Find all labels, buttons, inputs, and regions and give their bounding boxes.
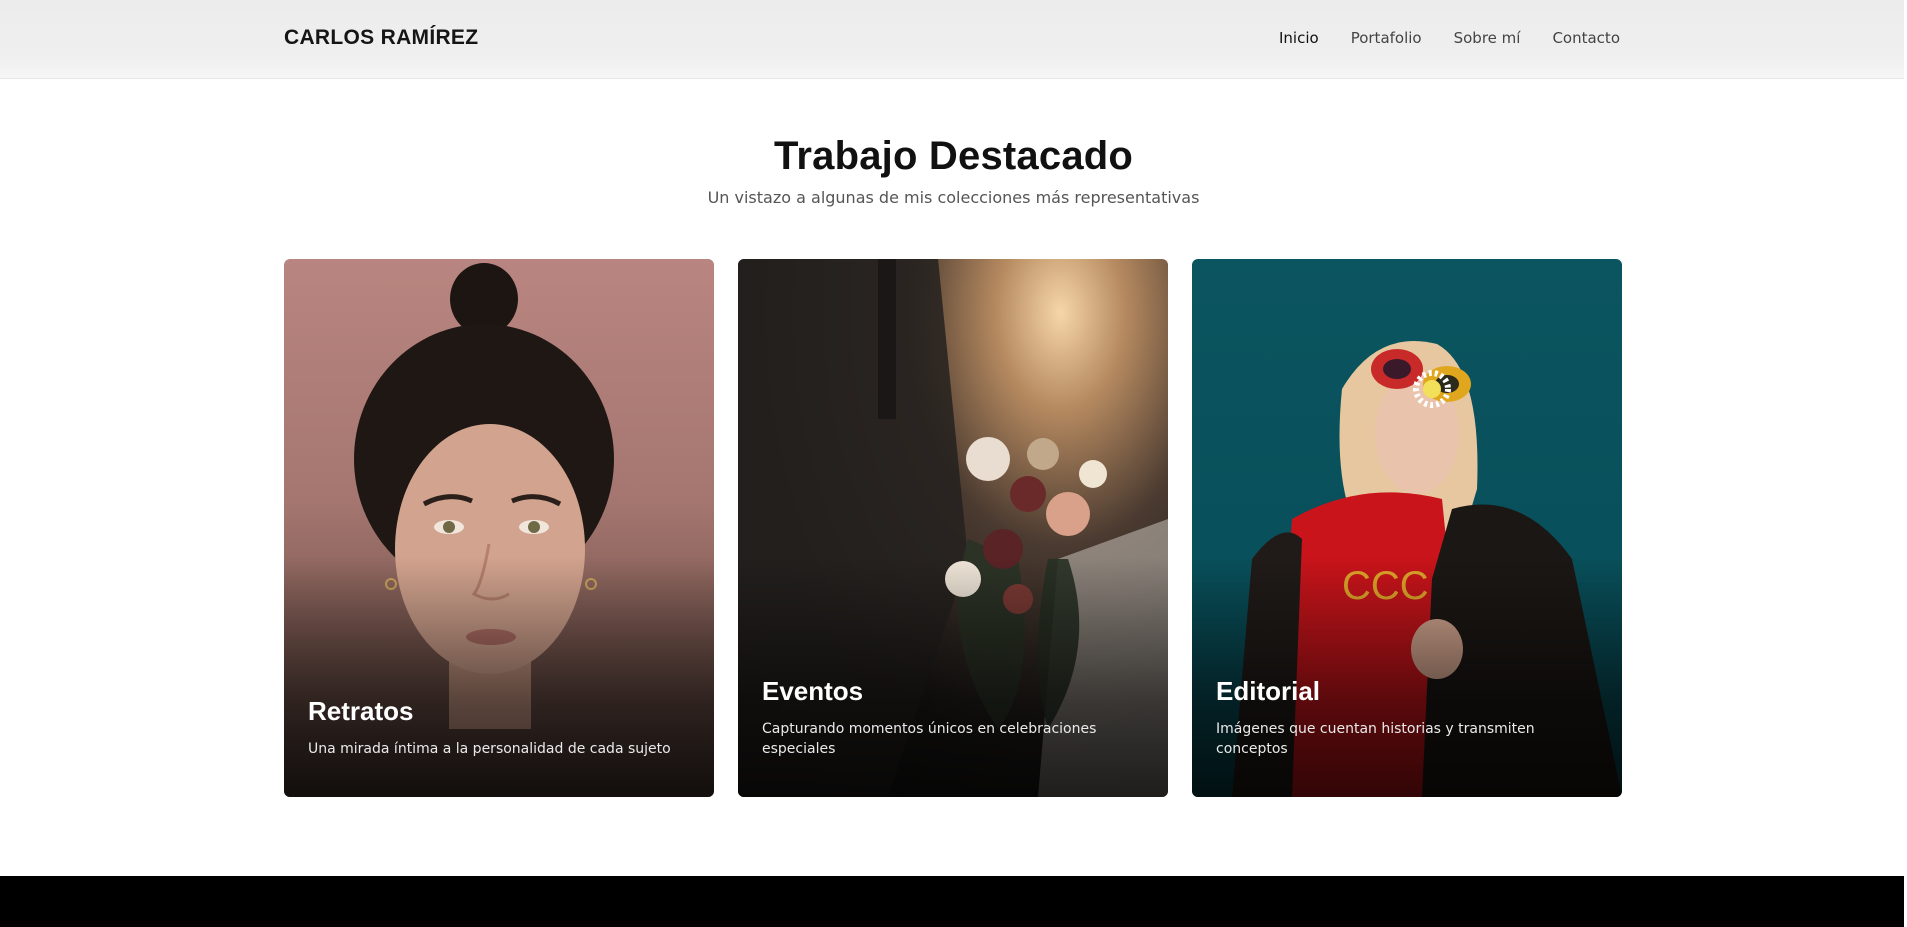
nav-link-inicio[interactable]: Inicio [1279,29,1319,47]
card-editorial[interactable]: CCC Editorial Imágenes que cuentan histo… [1192,259,1622,797]
card-gradient-overlay [284,557,714,797]
card-eventos[interactable]: Eventos Capturando momentos únicos en ce… [738,259,1168,797]
featured-cards: Retratos Una mirada íntima a la personal… [284,259,1622,797]
section-subtitle: Un vistazo a algunas de mis colecciones … [707,188,1200,207]
card-title: Editorial [1216,676,1321,706]
card-caption: Retratos Una mirada íntima a la personal… [308,696,690,759]
section-title: Trabajo Destacado [773,134,1134,178]
card-description: Capturando momentos únicos en celebracio… [762,721,1097,757]
card-retratos[interactable]: Retratos Una mirada íntima a la personal… [284,259,714,797]
header-inner: CARLOS RAMÍREZ Inicio Portafolio Sobre m… [284,0,1620,76]
site-header: CARLOS RAMÍREZ Inicio Portafolio Sobre m… [0,0,1907,79]
card-description: Una mirada íntima a la personalidad de c… [308,741,671,757]
site-footer [0,876,1907,927]
main-nav: Inicio Portafolio Sobre mí Contacto [1279,29,1620,47]
card-title: Retratos [308,696,414,726]
nav-link-contacto[interactable]: Contacto [1552,29,1620,47]
card-caption: Eventos Capturando momentos únicos en ce… [762,676,1144,759]
page: CARLOS RAMÍREZ Inicio Portafolio Sobre m… [0,0,1907,927]
nav-link-sobre-mi[interactable]: Sobre mí [1454,29,1521,47]
card-caption: Editorial Imágenes que cuentan historias… [1216,676,1598,759]
card-description: Imágenes que cuentan historias y transmi… [1216,721,1535,757]
card-title: Eventos [762,676,864,706]
nav-link-portafolio[interactable]: Portafolio [1351,29,1422,47]
site-logo[interactable]: CARLOS RAMÍREZ [284,26,478,50]
